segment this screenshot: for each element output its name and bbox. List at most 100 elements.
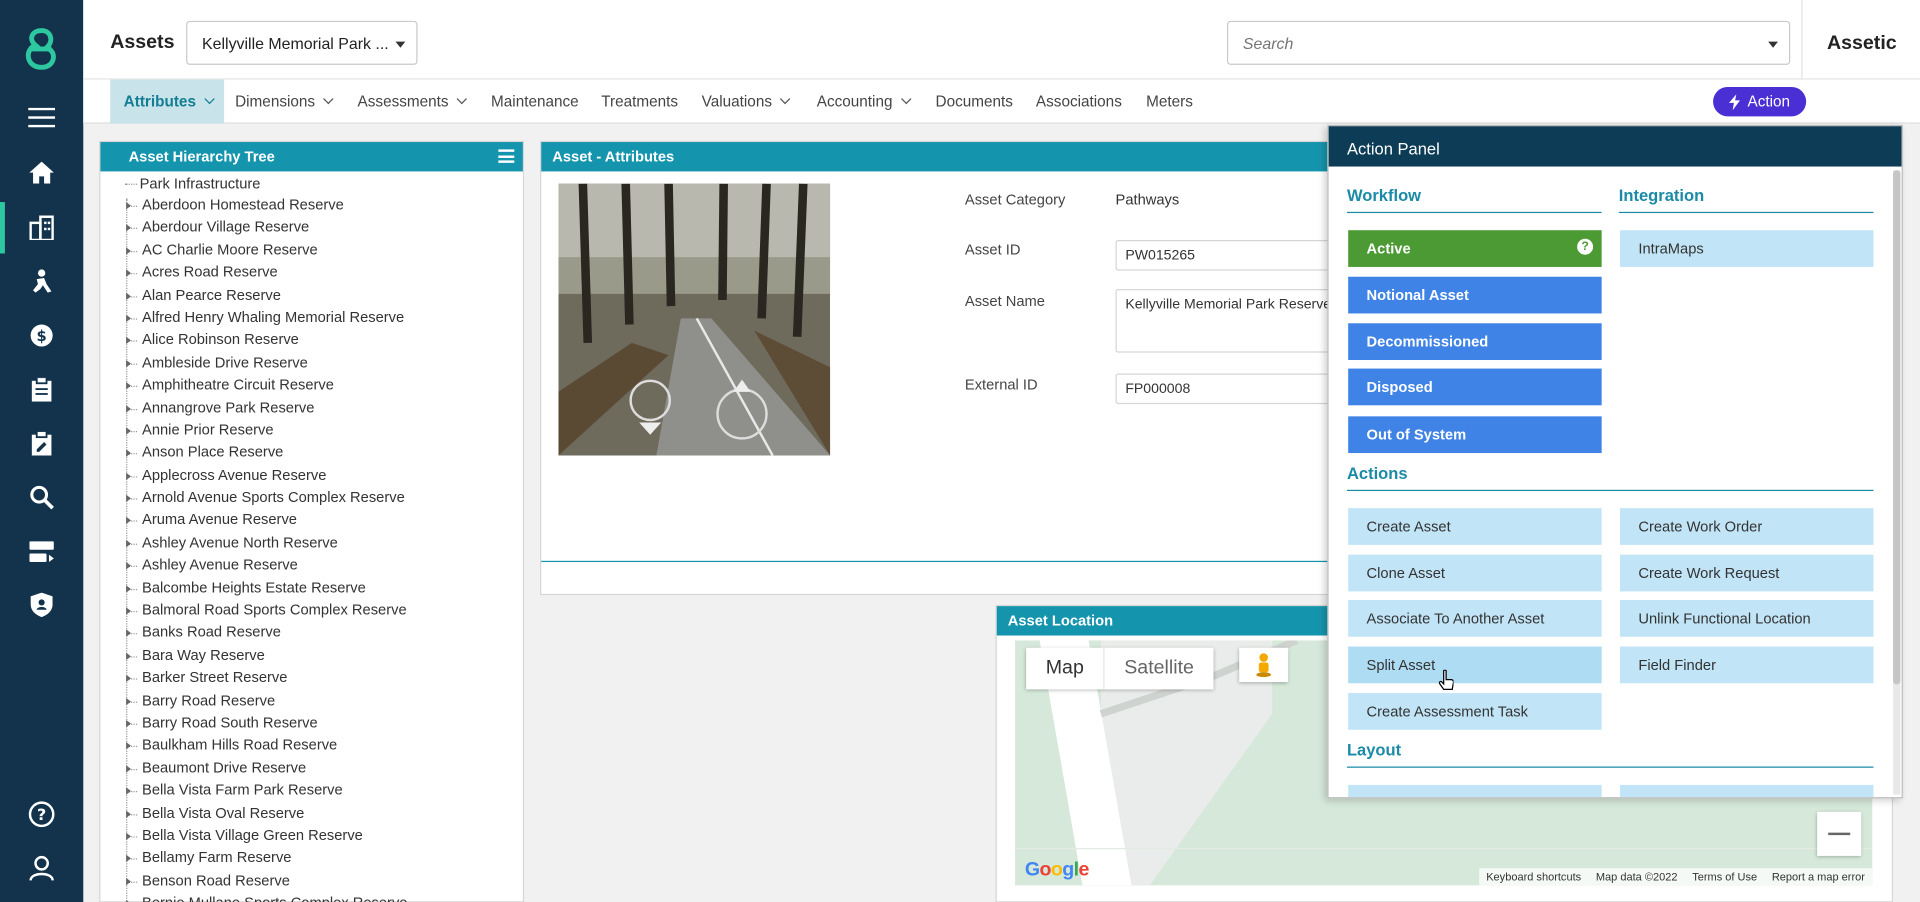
- tree-expand-icon[interactable]: [126, 224, 132, 232]
- tree-item[interactable]: Barry Road South Reserve: [126, 714, 407, 737]
- tree-expand-icon[interactable]: [126, 494, 132, 503]
- tree-item[interactable]: Banks Road Reserve: [126, 624, 407, 647]
- tree-expand-icon[interactable]: [126, 674, 132, 683]
- clipboard-icon[interactable]: [24, 372, 58, 406]
- tree-expand-icon[interactable]: [126, 382, 132, 390]
- tree-item[interactable]: Amphitheatre Circuit Reserve: [126, 376, 407, 399]
- tree-item[interactable]: Balmoral Road Sports Complex Reserve: [126, 601, 407, 624]
- layout-button[interactable]: [1348, 784, 1602, 798]
- split-asset-button[interactable]: Split Asset: [1348, 646, 1602, 684]
- help-icon[interactable]: ?: [1577, 238, 1594, 255]
- tree-item[interactable]: Baulkham Hills Road Reserve: [126, 736, 407, 759]
- tree-item[interactable]: Ashley Avenue Reserve: [126, 556, 407, 579]
- tree-item[interactable]: Bella Vista Farm Park Reserve: [126, 781, 407, 804]
- tab-accounting[interactable]: Accounting: [803, 80, 920, 124]
- tree-expand-icon[interactable]: [126, 269, 132, 277]
- create-work-request-button[interactable]: Create Work Request: [1620, 554, 1874, 592]
- tree-item[interactable]: Ambleside Drive Reserve: [126, 354, 407, 377]
- tree-expand-icon[interactable]: [126, 697, 132, 705]
- tree-expand-icon[interactable]: [126, 247, 132, 255]
- tree-item[interactable]: Bara Way Reserve: [126, 646, 407, 669]
- workflow-disposed-button[interactable]: Disposed: [1348, 368, 1602, 406]
- tree-item[interactable]: Annie Prior Reserve: [126, 421, 407, 444]
- edit-clipboard-icon[interactable]: [24, 426, 58, 460]
- tree-item[interactable]: Arnold Avenue Sports Complex Reserve: [126, 489, 407, 512]
- user-icon[interactable]: [24, 851, 58, 885]
- terms-link[interactable]: Terms of Use: [1692, 871, 1757, 883]
- tree-expand-icon[interactable]: [126, 404, 132, 413]
- asset-name-field[interactable]: Kellyville Memorial Park Reserve - F: [1115, 288, 1361, 353]
- associate-asset-button[interactable]: Associate To Another Asset: [1348, 600, 1602, 637]
- tree-item[interactable]: Barker Street Reserve: [126, 669, 407, 692]
- layout-button[interactable]: [1620, 784, 1874, 798]
- tree-expand-icon[interactable]: [126, 584, 132, 593]
- tree-expand-icon[interactable]: [126, 539, 132, 548]
- tree-expand-icon[interactable]: [126, 719, 132, 728]
- tree-item[interactable]: Benson Road Reserve: [126, 871, 407, 894]
- tree-expand-icon[interactable]: [126, 314, 132, 322]
- tree-expand-icon[interactable]: [126, 765, 132, 773]
- tab-dimensions[interactable]: Dimensions: [222, 80, 344, 124]
- tab-meters[interactable]: Meters: [1133, 80, 1207, 124]
- workflow-active-button[interactable]: Active ?: [1348, 230, 1602, 267]
- intramaps-button[interactable]: IntraMaps: [1620, 230, 1874, 267]
- tree-expand-icon[interactable]: [126, 562, 132, 570]
- asset-photo[interactable]: [558, 183, 831, 456]
- tree-expand-icon[interactable]: [126, 337, 132, 345]
- field-finder-button[interactable]: Field Finder: [1620, 646, 1874, 684]
- tree-item[interactable]: Balcombe Heights Estate Reserve: [126, 579, 407, 602]
- tree-expand-icon[interactable]: [126, 607, 132, 615]
- tree-expand-icon[interactable]: [126, 787, 132, 795]
- tree-item[interactable]: Bellamy Farm Reserve: [126, 849, 407, 872]
- tree-item[interactable]: Beaumont Drive Reserve: [126, 759, 407, 782]
- tree-item[interactable]: AC Charlie Moore Reserve: [126, 241, 407, 264]
- menu-icon[interactable]: [24, 100, 58, 134]
- pegman-icon[interactable]: [1239, 647, 1289, 683]
- action-button[interactable]: Action: [1713, 86, 1807, 117]
- tree-expand-icon[interactable]: [126, 810, 132, 818]
- tree-item[interactable]: Alan Pearce Reserve: [126, 286, 407, 309]
- tree-expand-icon[interactable]: [126, 202, 132, 210]
- report-error-link[interactable]: Report a map error: [1772, 871, 1865, 883]
- tree-expand-icon[interactable]: [126, 359, 132, 368]
- tree-expand-icon[interactable]: [126, 855, 132, 863]
- help-icon[interactable]: ?: [24, 797, 58, 831]
- external-id-field[interactable]: FP000008: [1115, 373, 1361, 405]
- valuation-icon[interactable]: $: [24, 318, 58, 352]
- asset-id-field[interactable]: PW015265: [1115, 240, 1361, 271]
- tree-expand-icon[interactable]: [126, 652, 132, 660]
- tree-root[interactable]: Park Infrastructure: [124, 175, 261, 192]
- tree-expand-icon[interactable]: [126, 629, 132, 638]
- tree-item[interactable]: Aberdour Village Reserve: [126, 218, 407, 241]
- tab-documents[interactable]: Documents: [922, 80, 1026, 124]
- map-button[interactable]: Map: [1026, 648, 1103, 690]
- tree-item[interactable]: Bella Vista Oval Reserve: [126, 804, 407, 827]
- tab-treatments[interactable]: Treatments: [588, 80, 692, 124]
- caret-down-icon[interactable]: [1768, 41, 1778, 48]
- create-work-order-button[interactable]: Create Work Order: [1620, 508, 1874, 545]
- tree-item[interactable]: Applecross Avenue Reserve: [126, 466, 407, 489]
- clone-asset-button[interactable]: Clone Asset: [1348, 554, 1602, 592]
- tree-item[interactable]: Barry Road Reserve: [126, 691, 407, 714]
- tree-item[interactable]: Acres Road Reserve: [126, 263, 407, 286]
- tree-item[interactable]: Anson Place Reserve: [126, 444, 407, 467]
- home-icon[interactable]: [24, 156, 58, 190]
- create-assessment-task-button[interactable]: Create Assessment Task: [1348, 693, 1602, 730]
- search-input[interactable]: [1242, 34, 1733, 53]
- action-panel-scrollbar[interactable]: [1893, 170, 1901, 795]
- search-box[interactable]: [1226, 20, 1791, 65]
- zoom-out-button[interactable]: [1817, 811, 1862, 856]
- tree-expand-icon[interactable]: [126, 742, 132, 750]
- unlink-functional-location-button[interactable]: Unlink Functional Location: [1620, 600, 1874, 637]
- tab-maintenance[interactable]: Maintenance: [478, 80, 593, 124]
- tree-expand-icon[interactable]: [126, 832, 132, 840]
- tree-item[interactable]: Aruma Avenue Reserve: [126, 511, 407, 534]
- tree-expand-icon[interactable]: [126, 472, 132, 480]
- tab-assessments[interactable]: Assessments: [344, 80, 477, 124]
- buildings-icon[interactable]: [24, 211, 58, 245]
- keyboard-shortcuts-link[interactable]: Keyboard shortcuts: [1486, 871, 1581, 883]
- workflow-notional-asset-button[interactable]: Notional Asset: [1348, 276, 1602, 314]
- server-icon[interactable]: [24, 535, 58, 569]
- shield-icon[interactable]: [24, 588, 58, 622]
- tree-item[interactable]: Bernie Mullane Sports Complex Reserve: [126, 894, 407, 902]
